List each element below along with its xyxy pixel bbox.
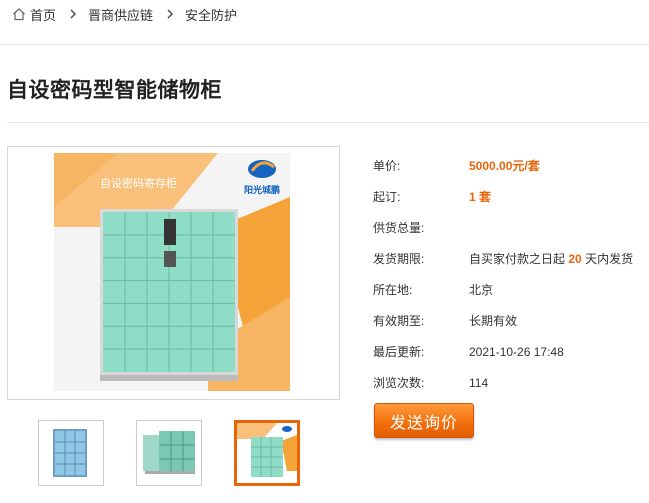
moq-unit: 套 bbox=[479, 190, 492, 204]
location-value: 北京 bbox=[469, 283, 494, 297]
thumbnail-2[interactable] bbox=[136, 420, 202, 486]
breadcrumb-category-link[interactable]: 晋商供应链 bbox=[88, 5, 153, 24]
price-value: 5000.00元/套 bbox=[469, 159, 540, 173]
spec-label: 单价: bbox=[373, 159, 401, 173]
spec-label: 最后更新: bbox=[373, 345, 425, 359]
views-value: 114 bbox=[469, 375, 489, 390]
spec-label: 所在地: bbox=[373, 283, 413, 297]
spec-label: 浏览次数: bbox=[373, 376, 425, 390]
delivery-suffix: 天内发货 bbox=[585, 252, 634, 266]
spec-validity: 有效期至: 长期有效 bbox=[373, 305, 649, 336]
spec-updated: 最后更新: 2021-10-26 17:48 bbox=[373, 336, 649, 367]
updated-value: 2021-10-26 17:48 bbox=[469, 344, 564, 359]
delivery-prefix: 自买家付款之日起 bbox=[469, 252, 566, 266]
spec-supply: 供货总量: bbox=[373, 212, 649, 243]
page-title: 自设密码型智能储物柜 bbox=[7, 79, 222, 102]
validity-value: 长期有效 bbox=[469, 314, 518, 328]
send-inquiry-button[interactable]: 发送询价 bbox=[374, 403, 474, 438]
spec-moq: 起订: 1 套 bbox=[373, 181, 649, 212]
spec-price: 单价: 5000.00元/套 bbox=[373, 150, 649, 181]
spec-label: 有效期至: bbox=[373, 314, 425, 328]
spec-label: 发货期限: bbox=[373, 252, 425, 266]
spec-views: 浏览次数: 114 bbox=[373, 367, 649, 398]
chevron-right-icon bbox=[70, 9, 77, 19]
chevron-right-icon bbox=[167, 9, 174, 19]
delivery-value: 自买家付款之日起 20 天内发货 bbox=[469, 250, 633, 267]
delivery-days: 20 bbox=[568, 252, 582, 266]
divider bbox=[0, 44, 649, 45]
spec-label: 供货总量: bbox=[373, 221, 425, 235]
thumbnail-3[interactable] bbox=[234, 420, 300, 486]
locker-illustration bbox=[100, 209, 238, 381]
home-icon[interactable] bbox=[12, 7, 26, 21]
breadcrumb-current-link[interactable]: 安全防护 bbox=[185, 5, 237, 24]
moq-number: 1 bbox=[469, 190, 476, 204]
divider bbox=[7, 122, 649, 123]
spec-delivery: 发货期限: 自买家付款之日起 20 天内发货 bbox=[373, 243, 649, 274]
spec-location: 所在地: 北京 bbox=[373, 274, 649, 305]
thumbnail-1[interactable] bbox=[38, 420, 104, 486]
product-specs: 单价: 5000.00元/套 起订: 1 套 供货总量: 发货期限: 自买家付款… bbox=[373, 150, 649, 398]
moq-value: 1 套 bbox=[469, 188, 491, 205]
svg-text:阳光城鹏: 阳光城鹏 bbox=[244, 184, 280, 196]
image-banner-text: 自设密码寄存柜 bbox=[100, 176, 177, 190]
spec-label: 起订: bbox=[373, 190, 401, 204]
breadcrumb: 首页 晋商供应链 安全防护 bbox=[12, 4, 237, 24]
product-main-image[interactable]: 自设密码寄存柜 阳光城鹏 bbox=[7, 146, 340, 400]
breadcrumb-home-link[interactable]: 首页 bbox=[30, 5, 56, 24]
